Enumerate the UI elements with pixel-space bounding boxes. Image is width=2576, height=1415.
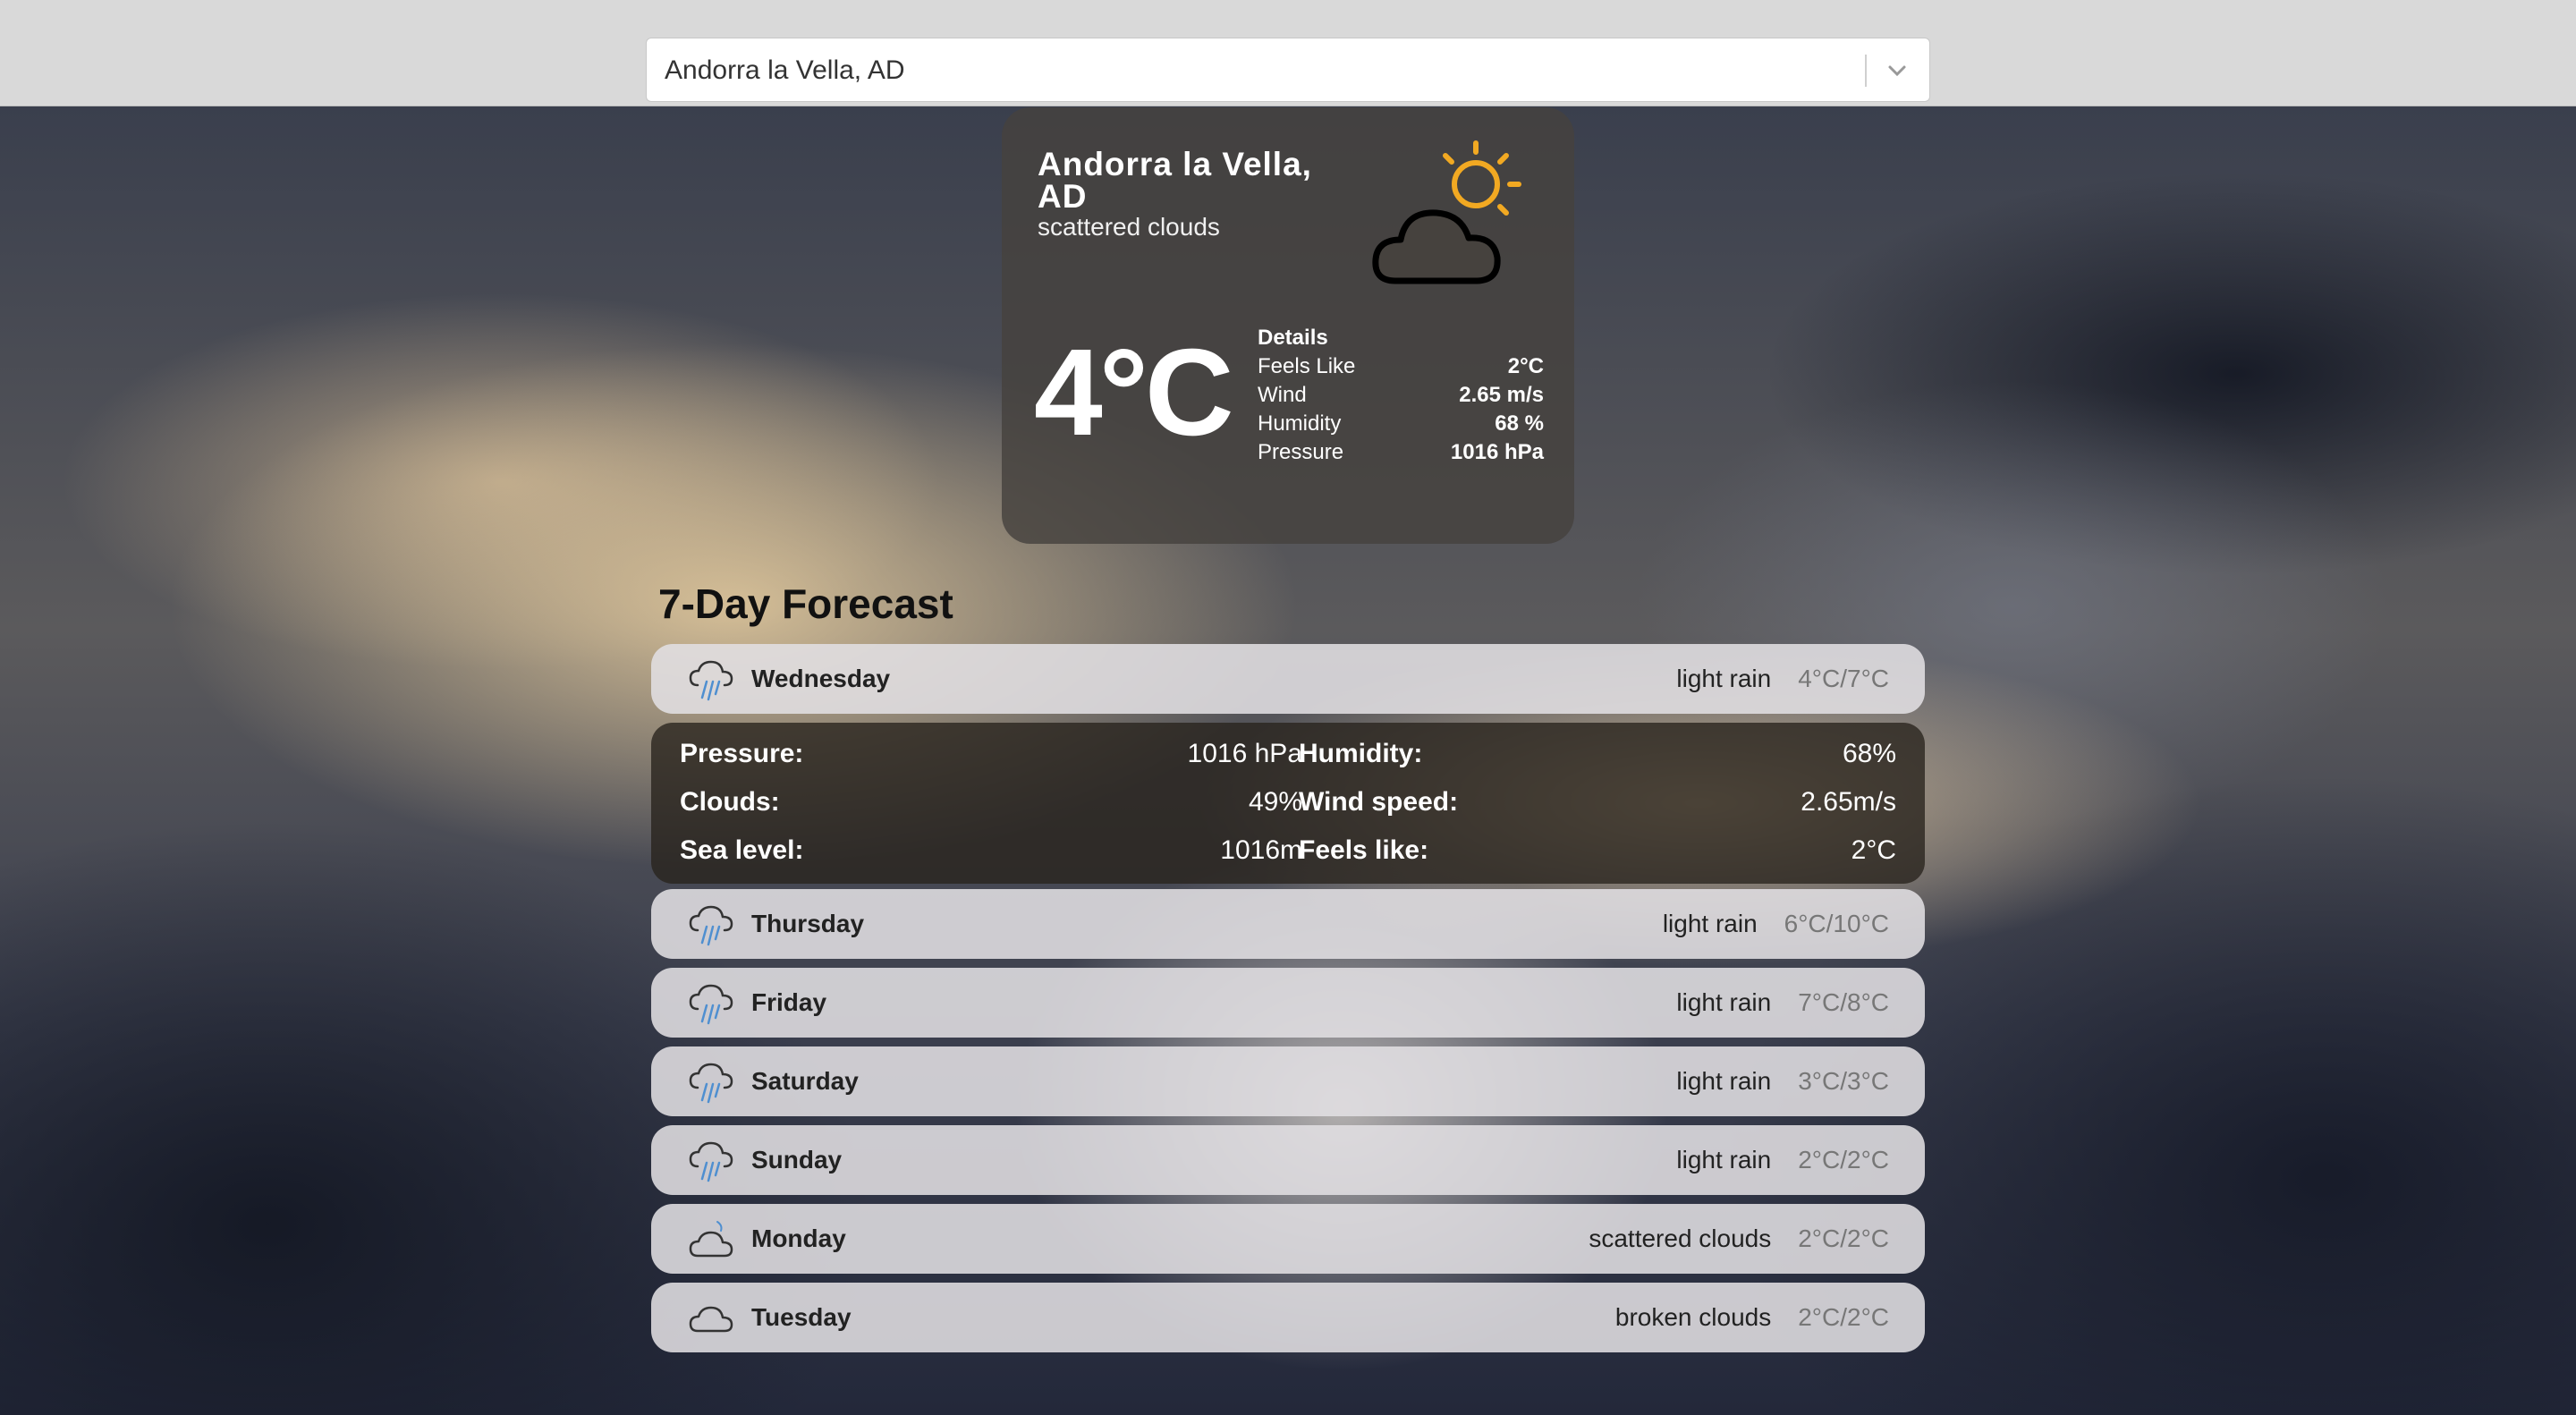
forecast-row-wednesday[interactable]: Wednesday light rain 4°C/7°C xyxy=(651,644,1925,714)
forecast-day: Thursday xyxy=(751,910,865,937)
location-select[interactable]: Andorra la Vella, AD xyxy=(646,38,1930,102)
forecast-detail-panel: Pressure: 1016 hPa Humidity: 68% Clouds:… xyxy=(651,723,1925,884)
detail-wind: Wind 2.65 m/s xyxy=(1258,381,1544,410)
panel-value-humidity: 68% xyxy=(1842,739,1896,768)
panel-label-pressure: Pressure: xyxy=(680,739,804,768)
panel-value-sea-level: 1016m xyxy=(1220,835,1302,865)
forecast-description: scattered clouds xyxy=(1589,1224,1772,1252)
forecast-temp-range: 4°C/7°C xyxy=(1798,665,1889,692)
panel-label-clouds: Clouds: xyxy=(680,787,780,817)
panel-label-feels-like: Feels like: xyxy=(1299,835,1429,865)
forecast-day: Monday xyxy=(751,1224,846,1252)
rain-cloud-icon xyxy=(689,984,733,1025)
detail-humidity: Humidity 68 % xyxy=(1258,410,1544,438)
forecast-day: Tuesday xyxy=(751,1303,852,1331)
rain-cloud-icon xyxy=(689,1063,733,1104)
forecast-description: light rain xyxy=(1676,1067,1772,1095)
forecast-summary: scattered clouds 2°C/2°C xyxy=(1589,1204,1889,1274)
forecast-temp-range: 3°C/3°C xyxy=(1798,1067,1889,1095)
forecast-description: light rain xyxy=(1676,988,1772,1016)
forecast-row-thursday[interactable]: Thursday light rain 6°C/10°C xyxy=(651,889,1925,959)
current-temperature: 4°C xyxy=(1034,324,1234,462)
forecast-row-monday[interactable]: Monday scattered clouds 2°C/2°C xyxy=(651,1204,1925,1274)
forecast-temp-range: 2°C/2°C xyxy=(1798,1146,1889,1174)
detail-label: Feels Like xyxy=(1258,354,1356,378)
chevron-down-icon[interactable] xyxy=(1883,56,1911,85)
rain-cloud-icon xyxy=(689,1141,733,1182)
forecast-row-sunday[interactable]: Sunday light rain 2°C/2°C xyxy=(651,1125,1925,1195)
detail-label: Pressure xyxy=(1258,440,1344,464)
panel-label-humidity: Humidity: xyxy=(1299,739,1423,768)
forecast-description: broken clouds xyxy=(1614,1303,1772,1331)
detail-feels-like: Feels Like 2°C xyxy=(1258,352,1544,381)
rain-cloud-icon xyxy=(689,660,733,701)
detail-value: 1016 hPa xyxy=(1450,440,1544,464)
weather-description: scattered clouds xyxy=(1038,213,1220,241)
detail-pressure: Pressure 1016 hPa xyxy=(1258,438,1544,467)
forecast-summary: light rain 4°C/7°C xyxy=(1676,644,1889,714)
panel-label-sea-level: Sea level: xyxy=(680,835,804,865)
forecast-day: Wednesday xyxy=(751,665,891,692)
detail-label: Wind xyxy=(1258,383,1307,407)
forecast-description: light rain xyxy=(1676,1146,1772,1174)
top-bar: Andorra la Vella, AD xyxy=(0,0,2576,106)
cloud-icon xyxy=(689,1306,733,1333)
city-name: Andorra la Vella, AD xyxy=(1038,146,1312,215)
forecast-description: light rain xyxy=(1662,910,1758,937)
panel-value-clouds: 49% xyxy=(1248,787,1302,817)
detail-label: Humidity xyxy=(1258,411,1342,436)
forecast-temp-range: 2°C/2°C xyxy=(1798,1224,1889,1252)
forecast-row-friday[interactable]: Friday light rain 7°C/8°C xyxy=(651,968,1925,1038)
rain-cloud-icon xyxy=(689,905,733,946)
forecast-summary: light rain 7°C/8°C xyxy=(1676,968,1889,1038)
forecast-day: Friday xyxy=(751,988,827,1016)
forecast-temp-range: 2°C/2°C xyxy=(1798,1303,1889,1331)
forecast-row-tuesday[interactable]: Tuesday broken clouds 2°C/2°C xyxy=(651,1283,1925,1352)
select-separator xyxy=(1865,55,1867,87)
detail-value: 68 % xyxy=(1495,411,1544,436)
forecast-summary: light rain 6°C/10°C xyxy=(1663,889,1889,959)
detail-value: 2.65 m/s xyxy=(1459,383,1544,407)
panel-value-feels-like: 2°C xyxy=(1851,835,1896,865)
details-list: Details Feels Like 2°C Wind 2.65 m/s Hum… xyxy=(1258,324,1544,467)
forecast-summary: light rain 2°C/2°C xyxy=(1676,1125,1889,1195)
panel-value-pressure: 1016 hPa xyxy=(1187,739,1302,768)
sun-behind-cloud-icon xyxy=(1372,140,1521,284)
forecast-temp-range: 6°C/10°C xyxy=(1784,910,1889,937)
panel-label-wind-speed: Wind speed: xyxy=(1299,787,1459,817)
forecast-temp-range: 7°C/8°C xyxy=(1798,988,1889,1016)
cloud-icon xyxy=(689,1221,733,1258)
panel-value-wind-speed: 2.65m/s xyxy=(1801,787,1896,817)
forecast-summary: broken clouds 2°C/2°C xyxy=(1615,1283,1889,1352)
forecast-description: light rain xyxy=(1676,665,1772,692)
details-title: Details xyxy=(1258,326,1328,350)
current-weather-card: Andorra la Vella, AD scattered clouds 4°… xyxy=(1002,107,1574,544)
forecast-day: Sunday xyxy=(751,1146,843,1174)
forecast-summary: light rain 3°C/3°C xyxy=(1676,1046,1889,1116)
location-select-value: Andorra la Vella, AD xyxy=(665,55,905,85)
detail-value: 2°C xyxy=(1507,354,1544,378)
forecast-title: 7-Day Forecast xyxy=(658,580,953,627)
forecast-row-saturday[interactable]: Saturday light rain 3°C/3°C xyxy=(651,1046,1925,1116)
forecast-day: Saturday xyxy=(751,1067,859,1095)
